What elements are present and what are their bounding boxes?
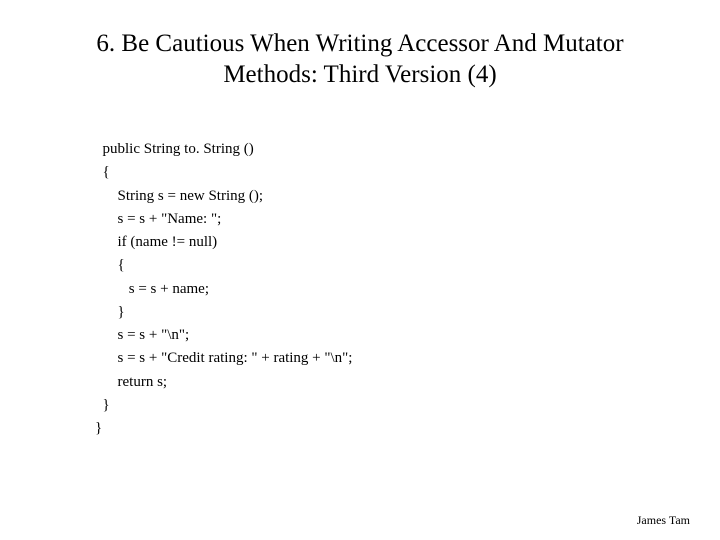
slide-title: 6. Be Cautious When Writing Accessor And… [0, 0, 720, 91]
title-line-1: 6. Be Cautious When Writing Accessor And… [96, 30, 623, 57]
title-line-2: Methods: Third Version (4) [223, 61, 496, 88]
slide: 6. Be Cautious When Writing Accessor And… [0, 0, 720, 540]
code-listing: public String to. String () { String s =… [95, 138, 352, 440]
footer-author: James Tam [637, 513, 690, 528]
